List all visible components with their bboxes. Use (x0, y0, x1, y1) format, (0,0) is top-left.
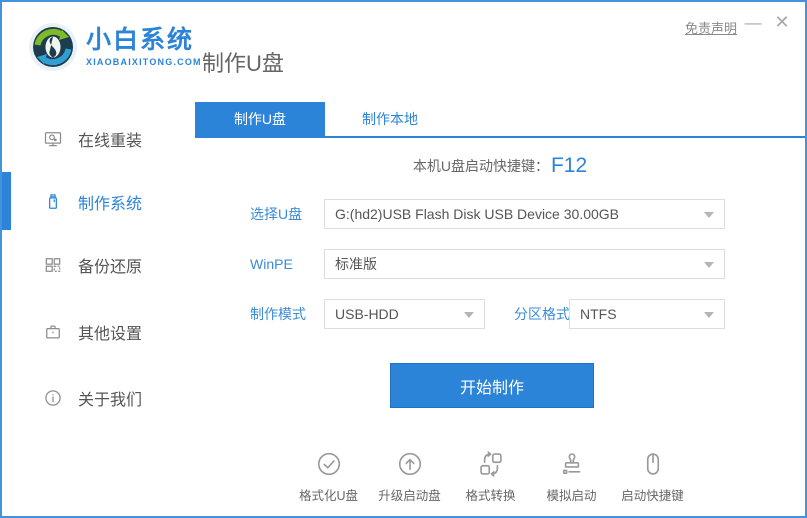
usb-drive-icon (49, 194, 57, 209)
tab-bar: 制作U盘 制作本地 (195, 102, 805, 138)
logo-subtitle: XIAOBAIXITONG.COM (86, 56, 202, 67)
winpe-dropdown[interactable]: 标准版 (324, 249, 725, 279)
briefcase-icon (46, 325, 60, 339)
tab-make-usb[interactable]: 制作U盘 (195, 102, 325, 136)
header: 小白系统 XIAOBAIXITONG.COM 制作U盘 免责声明 — ✕ (2, 2, 805, 92)
make-mode-dropdown[interactable]: USB-HDD (324, 299, 485, 329)
chevron-down-icon (464, 312, 474, 318)
tool-upgrade-boot-disk[interactable]: 升级启动盘 (369, 450, 450, 504)
stamp-icon (562, 453, 580, 475)
chevron-down-icon (704, 312, 714, 318)
partition-format-value: NTFS (580, 306, 617, 322)
tool-label: 格式化U盘 (298, 489, 359, 503)
chevron-down-icon (704, 212, 714, 218)
xiaobai-logo-icon (29, 23, 77, 71)
usb-select-label: 选择U盘 (250, 206, 303, 222)
winpe-label: WinPE (250, 256, 293, 272)
tool-label: 模拟启动 (546, 489, 597, 503)
tool-label: 启动快捷键 (621, 489, 684, 503)
footer-tools: 格式化U盘 升级启动盘 格式转换 模拟启动 启动快捷键 (288, 450, 693, 504)
page-title: 制作U盘 (202, 51, 284, 76)
partition-format-label: 分区格式 (514, 306, 570, 322)
sidebar: 在线重装 制作系统 备份还原 其他设置 关于我们 (2, 92, 195, 516)
tool-simulate-boot[interactable]: 模拟启动 (531, 450, 612, 504)
close-button[interactable]: ✕ (771, 12, 793, 33)
boot-hotkey-value: F12 (550, 154, 588, 177)
sidebar-item-label: 备份还原 (78, 259, 143, 276)
usb-select-dropdown[interactable]: G:(hd2)USB Flash Disk USB Device 30.00GB (324, 199, 725, 229)
disclaimer-link[interactable]: 免责声明 (685, 18, 737, 37)
tab-make-local[interactable]: 制作本地 (325, 102, 455, 136)
main-content: 制作U盘 制作本地 本机U盘启动快捷键：F12 选择U盘 G:(hd2)USB … (195, 92, 805, 516)
sidebar-item-other-settings[interactable]: 其他设置 (2, 315, 195, 349)
logo-title: 小白系统 (86, 25, 195, 54)
tool-format-convert[interactable]: 格式转换 (450, 450, 531, 504)
check-circle-icon (317, 452, 340, 476)
tool-format-usb[interactable]: 格式化U盘 (288, 450, 369, 504)
sidebar-item-label: 其他设置 (78, 326, 143, 343)
tool-label: 升级启动盘 (378, 489, 441, 503)
logo-text: 小白系统 XIAOBAIXITONG.COM (86, 25, 202, 67)
sidebar-item-about-us[interactable]: 关于我们 (2, 381, 195, 415)
tool-boot-hotkeys[interactable]: 启动快捷键 (612, 450, 693, 504)
partition-format-dropdown[interactable]: NTFS (569, 299, 725, 329)
arrow-up-circle-icon (398, 452, 421, 476)
sidebar-item-make-system[interactable]: 制作系统 (2, 185, 195, 219)
info-icon (45, 390, 61, 406)
monitor-icon (44, 132, 62, 147)
tool-label: 格式转换 (465, 489, 516, 503)
mouse-icon (646, 453, 659, 475)
sidebar-item-backup-restore[interactable]: 备份还原 (2, 248, 195, 282)
app-logo: 小白系统 XIAOBAIXITONG.COM (28, 22, 202, 72)
grid-icon (45, 258, 61, 272)
boot-hotkey-label: 本机U盘启动快捷键： (412, 158, 549, 174)
start-make-button[interactable]: 开始制作 (390, 363, 594, 408)
convert-icon (479, 451, 502, 477)
boot-hotkey-line: 本机U盘启动快捷键：F12 (195, 152, 805, 180)
sidebar-item-label: 关于我们 (78, 392, 143, 409)
sidebar-item-online-reinstall[interactable]: 在线重装 (2, 122, 195, 156)
app-window: 小白系统 XIAOBAIXITONG.COM 制作U盘 免责声明 — ✕ 在线重… (0, 0, 807, 518)
minimize-button[interactable]: — (743, 13, 763, 33)
make-mode-label: 制作模式 (250, 306, 306, 322)
usb-select-value: G:(hd2)USB Flash Disk USB Device 30.00GB (335, 206, 619, 222)
sidebar-item-label: 在线重装 (78, 133, 143, 150)
make-mode-value: USB-HDD (335, 306, 399, 322)
chevron-down-icon (704, 262, 714, 268)
winpe-value: 标准版 (335, 256, 377, 272)
sidebar-item-label: 制作系统 (78, 196, 143, 213)
